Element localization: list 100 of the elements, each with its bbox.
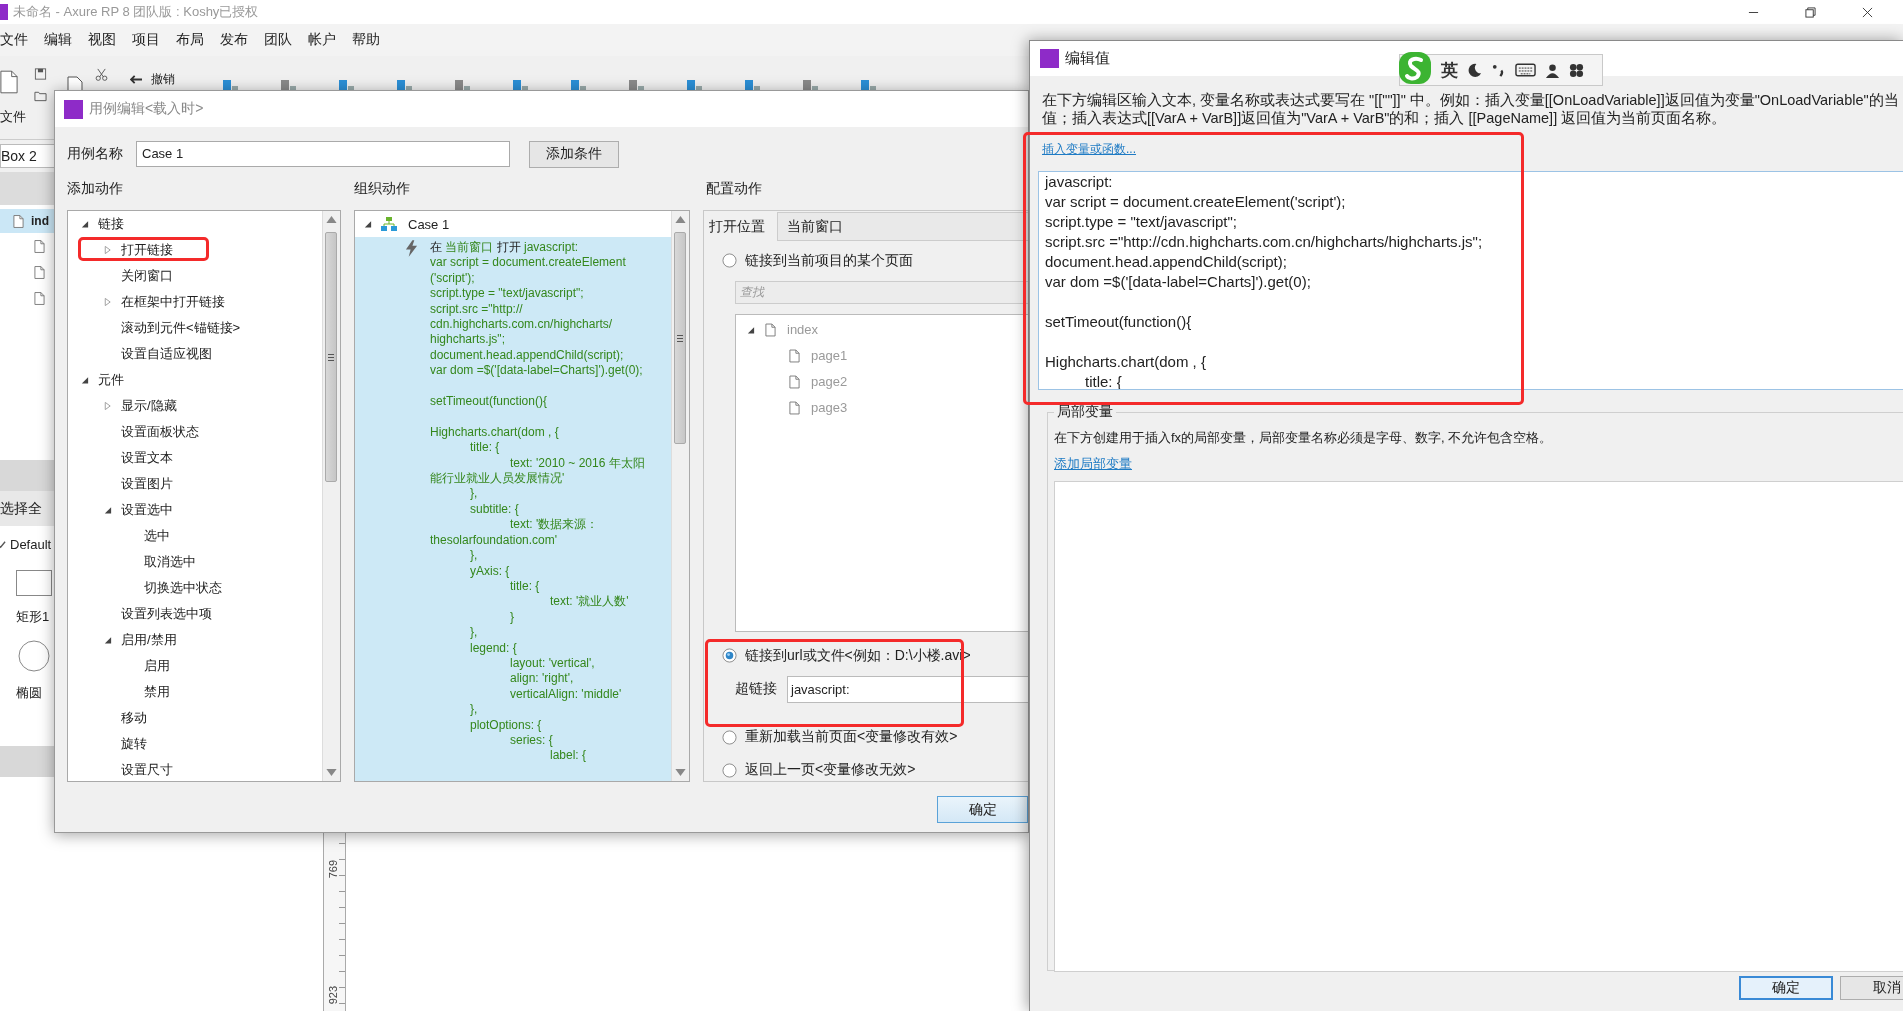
punctuation-icon[interactable] — [1491, 62, 1506, 78]
code-line: var dom =$('[data-label=Charts]').get(0); — [430, 363, 644, 379]
radio-label: 返回上一页<变量修改无效> — [745, 761, 916, 780]
folder-icon[interactable] — [34, 90, 47, 102]
caret-icon[interactable] — [80, 375, 89, 385]
code-line: thesolarfoundation.com' — [430, 532, 559, 549]
rectangle-widget[interactable] — [16, 570, 52, 596]
code-line: } — [509, 609, 515, 626]
moon-icon[interactable] — [1467, 62, 1482, 78]
code-line: script.src ="http:// — [430, 301, 524, 318]
action-item[interactable]: 元件 — [98, 371, 124, 389]
menu-item[interactable]: 帮助 — [344, 31, 388, 49]
menu-item[interactable]: 帐户 — [300, 31, 344, 49]
code-line: setTimeout(function(){ — [430, 394, 548, 410]
add-condition-button[interactable]: 添加条件 — [529, 140, 619, 168]
code-line: javascript: — [1045, 172, 1114, 192]
radio-button[interactable] — [722, 762, 737, 778]
grid-icon[interactable] — [1569, 62, 1584, 78]
radio-button[interactable] — [722, 729, 737, 745]
radio-button[interactable] — [722, 648, 737, 663]
action-item[interactable]: 设置选中 — [121, 501, 173, 519]
menu-item[interactable]: 视图 — [80, 31, 124, 49]
code-line: align: 'right', — [509, 671, 575, 687]
action-text[interactable]: 在 当前窗口 打开 javascript: — [430, 240, 645, 256]
action-item[interactable]: 取消选中 — [144, 553, 196, 571]
code-line: script.src ="http://cdn.highcharts.com.cn/highcharts/highcharts.js"; — [1045, 232, 1484, 252]
action-item[interactable]: 滚动到元件<锚链接> — [121, 319, 241, 337]
person-icon[interactable] — [1545, 62, 1560, 78]
action-item[interactable]: 设置文本 — [121, 449, 173, 467]
app-icon — [64, 99, 83, 119]
code-line: document.head.appendChild(script); — [430, 347, 625, 364]
radio-button[interactable] — [722, 253, 737, 269]
code-line: text: '就业人数' — [549, 594, 630, 610]
dialog-title: 用例编辑<载入时> — [89, 100, 204, 118]
action-item[interactable]: 设置列表选中项 — [121, 605, 212, 623]
action-item[interactable]: 选中 — [144, 527, 170, 545]
page-item[interactable]: ind — [31, 214, 49, 228]
action-item[interactable]: 显示/隐藏 — [121, 397, 177, 415]
code-line: ('script'); — [430, 270, 476, 287]
code-line: var dom =$('[data-label=Charts]').get(0); — [1045, 272, 1312, 292]
code-line: label: { — [549, 748, 588, 764]
caret-icon[interactable] — [363, 219, 372, 229]
hyperlink-field[interactable]: javascript: — [787, 675, 1028, 703]
page-icon — [789, 400, 800, 415]
case-name[interactable]: Case 1 — [408, 216, 450, 232]
ok-button[interactable]: 确定 — [1739, 976, 1833, 1000]
action-item[interactable]: 启用/禁用 — [121, 631, 177, 649]
action-item[interactable]: 启用 — [144, 657, 170, 675]
menu-item[interactable]: 项目 — [124, 31, 168, 49]
restore-icon[interactable] — [1805, 6, 1816, 18]
save-icon[interactable] — [34, 68, 47, 80]
ime-mode[interactable]: 英 — [1441, 58, 1458, 82]
open-location-label: 打开位置 — [709, 217, 766, 236]
code-line: document.head.appendChild(script); — [1045, 252, 1288, 272]
action-item[interactable]: 禁用 — [144, 683, 170, 701]
caret-icon[interactable] — [80, 219, 89, 229]
scrollbar[interactable] — [322, 211, 340, 781]
add-variable-link[interactable]: 添加局部变量 — [1054, 455, 1132, 473]
ruler-label: 769 — [327, 860, 339, 879]
menu-item[interactable]: 文件 — [0, 31, 36, 49]
ok-button[interactable]: 确定 — [937, 796, 1028, 823]
action-item[interactable]: 设置尺寸 — [121, 761, 173, 779]
case-name-field[interactable]: Case 1 — [136, 141, 510, 167]
cancel-button[interactable]: 取消 — [1840, 976, 1903, 1000]
menu-item[interactable]: 发布 — [212, 31, 256, 49]
menu-item[interactable]: 编辑 — [36, 31, 80, 49]
new-file-icon[interactable] — [0, 70, 18, 94]
page-icon — [765, 322, 776, 337]
action-item[interactable]: 设置自适应视图 — [121, 345, 212, 363]
ellipse-widget[interactable] — [18, 640, 50, 672]
menu-item[interactable]: 布局 — [168, 31, 212, 49]
keyboard-icon[interactable] — [1515, 63, 1536, 77]
action-item[interactable]: 移动 — [121, 709, 147, 727]
caret-icon[interactable] — [103, 505, 112, 515]
close-icon[interactable] — [1862, 6, 1873, 18]
action-item[interactable]: 切换选中状态 — [144, 579, 222, 597]
scrollbar[interactable] — [671, 211, 689, 781]
undo-icon[interactable] — [130, 74, 143, 85]
action-item[interactable]: 旋转 — [121, 735, 147, 753]
scissors-icon[interactable] — [95, 68, 108, 81]
radio-label: 链接到当前项目的某个页面 — [745, 251, 913, 270]
action-item[interactable]: 设置图片 — [121, 475, 173, 493]
action-item[interactable]: 打开链接 — [121, 241, 173, 259]
code-line: }, — [469, 486, 479, 502]
page-icon — [789, 348, 800, 363]
menu-item[interactable]: 团队 — [256, 31, 300, 49]
code-line: cdn.highcharts.com.cn/highcharts/ — [430, 317, 614, 333]
caret-icon[interactable] — [103, 635, 112, 645]
ruler-label: 923 — [327, 986, 339, 1005]
open-location-dropdown[interactable]: 当前窗口 — [777, 212, 1028, 241]
code-line: subtitle: { — [469, 501, 520, 518]
widget-label: 矩形1 — [16, 608, 50, 626]
action-item[interactable]: 关闭窗口 — [121, 267, 173, 285]
action-item[interactable]: 在框架中打开链接 — [121, 293, 225, 311]
insert-variable-link[interactable]: 插入变量或函数... — [1042, 141, 1136, 157]
undo-label: 撤销 — [151, 71, 175, 88]
code-editor[interactable] — [1038, 171, 1903, 390]
action-item[interactable]: 设置面板状态 — [121, 423, 199, 441]
ime-logo-icon[interactable] — [1398, 51, 1432, 85]
action-item[interactable]: 链接 — [98, 215, 124, 233]
